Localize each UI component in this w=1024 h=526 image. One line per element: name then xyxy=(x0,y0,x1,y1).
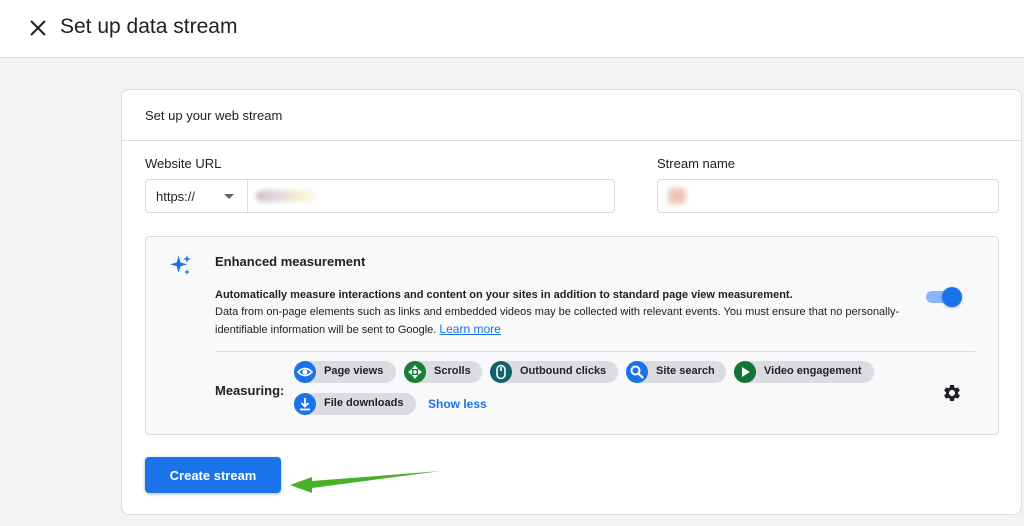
website-url-label: Website URL xyxy=(145,156,222,171)
chip-site-search[interactable]: Site search xyxy=(626,361,726,383)
card-header: Set up your web stream xyxy=(122,90,1021,141)
chip-video-engagement[interactable]: Video engagement xyxy=(734,361,874,383)
stream-name-label: Stream name xyxy=(657,156,736,171)
toggle-knob xyxy=(942,287,962,307)
close-icon[interactable] xyxy=(26,16,50,40)
gear-icon[interactable] xyxy=(942,383,962,403)
redacted-url xyxy=(256,190,316,202)
chip-page-views[interactable]: Page views xyxy=(294,361,396,383)
eye-icon xyxy=(294,361,316,383)
chip-label: Site search xyxy=(656,365,715,377)
chip-scrolls[interactable]: Scrolls xyxy=(404,361,482,383)
search-icon xyxy=(626,361,648,383)
protocol-value: https:// xyxy=(156,189,196,204)
learn-more-link[interactable]: Learn more xyxy=(439,322,500,336)
scroll-icon xyxy=(404,361,426,383)
website-url-field: https:// xyxy=(145,179,615,213)
play-icon xyxy=(734,361,756,383)
chevron-down-icon xyxy=(224,194,234,199)
mouse-icon xyxy=(490,361,512,383)
chip-label: File downloads xyxy=(324,397,404,409)
download-icon xyxy=(294,393,316,415)
sparkle-icon xyxy=(170,255,191,275)
chip-label: Outbound clicks xyxy=(520,365,607,377)
chip-file-downloads[interactable]: File downloads xyxy=(294,393,416,415)
chip-label: Video engagement xyxy=(764,365,862,377)
chip-label: Page views xyxy=(324,365,384,377)
description-body: Data from on-page elements such as links… xyxy=(215,306,900,336)
page-title: Set up data stream xyxy=(60,15,238,38)
annotation-arrow xyxy=(290,471,441,493)
protocol-dropdown[interactable]: https:// xyxy=(146,180,248,212)
enhanced-measurement-title: Enhanced measurement xyxy=(215,254,366,269)
top-bar: Set up data stream xyxy=(0,0,1024,58)
show-less-link[interactable]: Show less xyxy=(428,397,487,411)
web-stream-card: Set up your web stream Website URL https… xyxy=(121,89,1022,515)
divider xyxy=(215,351,975,352)
redacted-stream-name xyxy=(667,187,687,205)
enhanced-measurement-toggle[interactable] xyxy=(926,287,962,307)
enhanced-measurement-description: Automatically measure interactions and c… xyxy=(215,287,905,339)
stream-name-field xyxy=(657,179,999,213)
description-lead: Automatically measure interactions and c… xyxy=(215,289,793,301)
enhanced-measurement-panel: Enhanced measurement Automatically measu… xyxy=(145,236,999,435)
chip-outbound-clicks[interactable]: Outbound clicks xyxy=(490,361,618,383)
card-title: Set up your web stream xyxy=(145,108,283,123)
chip-label: Scrolls xyxy=(434,365,471,377)
create-stream-button[interactable]: Create stream xyxy=(145,457,281,493)
stream-name-input[interactable] xyxy=(659,181,997,211)
measuring-label: Measuring: xyxy=(215,383,285,398)
